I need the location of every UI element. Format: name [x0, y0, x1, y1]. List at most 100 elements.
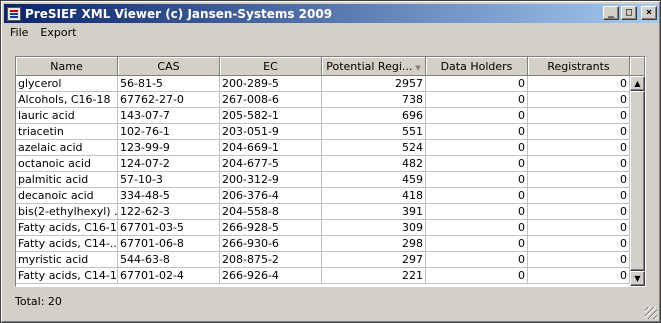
column-header-registrants[interactable]: Registrants: [528, 57, 630, 76]
app-icon[interactable]: [7, 6, 21, 21]
table-row[interactable]: Fatty acids, C14-... 67701-06-8 266-930-6 2…: [16, 236, 630, 252]
cell-registrants[interactable]: 0: [528, 108, 630, 124]
cell-data-holders[interactable]: 0: [426, 108, 528, 124]
cell-ec[interactable]: 266-928-5: [220, 220, 322, 236]
cell-potential-registrants[interactable]: 297: [322, 252, 426, 268]
cell-cas[interactable]: 122-62-3: [118, 204, 220, 220]
table-row[interactable]: azelaic acid 123-99-9 204-669-1 524 0 0: [16, 140, 630, 156]
cell-ec[interactable]: 266-926-4: [220, 268, 322, 284]
cell-registrants[interactable]: 0: [528, 124, 630, 140]
cell-cas[interactable]: 124-07-2: [118, 156, 220, 172]
cell-cas[interactable]: 544-63-8: [118, 252, 220, 268]
cell-potential-registrants[interactable]: 298: [322, 236, 426, 252]
cell-name[interactable]: Fatty acids, C14-...: [16, 236, 118, 252]
vertical-scrollbar[interactable]: ▲ ▼: [630, 76, 645, 286]
cell-registrants[interactable]: 0: [528, 156, 630, 172]
cell-data-holders[interactable]: 0: [426, 76, 528, 92]
cell-data-holders[interactable]: 0: [426, 156, 528, 172]
cell-data-holders[interactable]: 0: [426, 252, 528, 268]
cell-data-holders[interactable]: 0: [426, 92, 528, 108]
cell-potential-registrants[interactable]: 524: [322, 140, 426, 156]
cell-data-holders[interactable]: 0: [426, 268, 528, 284]
table-row[interactable]: Fatty acids, C16-18 67701-03-5 266-928-5 30…: [16, 220, 630, 236]
cell-potential-registrants[interactable]: 696: [322, 108, 426, 124]
cell-cas[interactable]: 67701-03-5: [118, 220, 220, 236]
cell-ec[interactable]: 267-008-6: [220, 92, 322, 108]
scroll-up-button[interactable]: ▲: [630, 76, 645, 91]
cell-registrants[interactable]: 0: [528, 188, 630, 204]
cell-potential-registrants[interactable]: 418: [322, 188, 426, 204]
cell-cas[interactable]: 143-07-7: [118, 108, 220, 124]
cell-potential-registrants[interactable]: 551: [322, 124, 426, 140]
cell-cas[interactable]: 57-10-3: [118, 172, 220, 188]
scroll-down-button[interactable]: ▼: [630, 271, 645, 286]
cell-name[interactable]: Alcohols, C16-18: [16, 92, 118, 108]
cell-registrants[interactable]: 0: [528, 76, 630, 92]
cell-registrants[interactable]: 0: [528, 268, 630, 284]
cell-cas[interactable]: 67701-02-4: [118, 268, 220, 284]
cell-potential-registrants[interactable]: 738: [322, 92, 426, 108]
table-row[interactable]: triacetin 102-76-1 203-051-9 551 0 0: [16, 124, 630, 140]
cell-registrants[interactable]: 0: [528, 252, 630, 268]
column-header-ec[interactable]: EC: [220, 57, 322, 76]
cell-name[interactable]: glycerol: [16, 76, 118, 92]
cell-cas[interactable]: 67762-27-0: [118, 92, 220, 108]
table-row[interactable]: glycerol 56-81-5 200-289-5 2957 0 0: [16, 76, 630, 92]
table-row[interactable]: Fatty acids, C14-18 67701-02-4 266-926-4 22…: [16, 268, 630, 284]
table-row[interactable]: lauric acid 143-07-7 205-582-1 696 0 0: [16, 108, 630, 124]
cell-name[interactable]: Fatty acids, C16-18: [16, 220, 118, 236]
table-row[interactable]: palmitic acid 57-10-3 200-312-9 459 0 0: [16, 172, 630, 188]
cell-registrants[interactable]: 0: [528, 172, 630, 188]
cell-ec[interactable]: 205-582-1: [220, 108, 322, 124]
cell-name[interactable]: myristic acid: [16, 252, 118, 268]
menu-file[interactable]: File: [4, 24, 34, 42]
cell-data-holders[interactable]: 0: [426, 188, 528, 204]
cell-data-holders[interactable]: 0: [426, 172, 528, 188]
cell-cas[interactable]: 123-99-9: [118, 140, 220, 156]
resize-grip[interactable]: [645, 307, 657, 319]
table-row[interactable]: myristic acid 544-63-8 208-875-2 297 0 0: [16, 252, 630, 268]
cell-ec[interactable]: 204-669-1: [220, 140, 322, 156]
cell-ec[interactable]: 204-558-8: [220, 204, 322, 220]
cell-ec[interactable]: 266-930-6: [220, 236, 322, 252]
cell-name[interactable]: azelaic acid: [16, 140, 118, 156]
cell-potential-registrants[interactable]: 482: [322, 156, 426, 172]
cell-name[interactable]: triacetin: [16, 124, 118, 140]
cell-name[interactable]: palmitic acid: [16, 172, 118, 188]
cell-registrants[interactable]: 0: [528, 92, 630, 108]
cell-cas[interactable]: 102-76-1: [118, 124, 220, 140]
table-row[interactable]: Alcohols, C16-18 67762-27-0 267-008-6 738 0 0: [16, 92, 630, 108]
cell-potential-registrants[interactable]: 309: [322, 220, 426, 236]
maximize-button[interactable]: □: [621, 6, 637, 20]
close-button[interactable]: ×: [641, 6, 657, 20]
cell-ec[interactable]: 200-289-5: [220, 76, 322, 92]
scroll-thumb[interactable]: [630, 91, 645, 271]
cell-ec[interactable]: 208-875-2: [220, 252, 322, 268]
cell-data-holders[interactable]: 0: [426, 124, 528, 140]
cell-registrants[interactable]: 0: [528, 236, 630, 252]
cell-name[interactable]: lauric acid: [16, 108, 118, 124]
cell-data-holders[interactable]: 0: [426, 220, 528, 236]
column-header-cas[interactable]: CAS: [118, 57, 220, 76]
cell-data-holders[interactable]: 0: [426, 140, 528, 156]
table-row[interactable]: bis(2-ethylhexyl) ... 122-62-3 204-558-8 39…: [16, 204, 630, 220]
cell-cas[interactable]: 67701-06-8: [118, 236, 220, 252]
cell-registrants[interactable]: 0: [528, 220, 630, 236]
cell-potential-registrants[interactable]: 2957: [322, 76, 426, 92]
cell-data-holders[interactable]: 0: [426, 236, 528, 252]
column-header-potential-registrants[interactable]: Potential Regi... ▼: [322, 57, 426, 76]
cell-ec[interactable]: 203-051-9: [220, 124, 322, 140]
cell-name[interactable]: octanoic acid: [16, 156, 118, 172]
title-bar[interactable]: PreSIEF XML Viewer (c) Jansen-Systems 20…: [4, 4, 659, 23]
cell-registrants[interactable]: 0: [528, 140, 630, 156]
column-header-name[interactable]: Name: [16, 57, 118, 76]
cell-potential-registrants[interactable]: 221: [322, 268, 426, 284]
cell-cas[interactable]: 56-81-5: [118, 76, 220, 92]
menu-export[interactable]: Export: [34, 24, 82, 42]
cell-name[interactable]: bis(2-ethylhexyl) ...: [16, 204, 118, 220]
cell-registrants[interactable]: 0: [528, 204, 630, 220]
minimize-button[interactable]: _: [603, 6, 619, 20]
cell-data-holders[interactable]: 0: [426, 204, 528, 220]
cell-ec[interactable]: 206-376-4: [220, 188, 322, 204]
cell-potential-registrants[interactable]: 459: [322, 172, 426, 188]
